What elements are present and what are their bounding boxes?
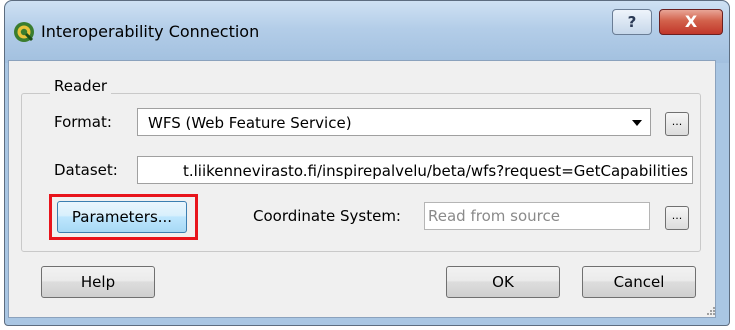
ok-button[interactable]: OK <box>446 266 560 298</box>
close-icon: X <box>684 12 698 31</box>
help-icon-button[interactable]: ? <box>612 9 652 35</box>
window-title: Interoperability Connection <box>41 22 260 41</box>
cancel-button[interactable]: Cancel <box>582 266 696 298</box>
close-button[interactable]: X <box>659 9 723 35</box>
dataset-field[interactable]: t.liikennevirasto.fi/inspirepalvelu/beta… <box>137 156 693 184</box>
coordinate-system-label: Coordinate System: <box>253 207 401 225</box>
help-button[interactable]: Help <box>41 266 155 298</box>
coordinate-system-placeholder: Read from source <box>428 207 560 225</box>
format-browse-button[interactable]: ... <box>665 112 689 136</box>
qgis-app-icon <box>14 22 34 42</box>
coordinate-system-browse-button[interactable]: ... <box>665 206 689 230</box>
reader-group-title: Reader <box>50 77 112 95</box>
resize-grip-icon[interactable] <box>706 306 716 316</box>
format-select-value: WFS (Web Feature Service) <box>148 114 352 132</box>
dataset-field-value: t.liikennevirasto.fi/inspirepalvelu/beta… <box>182 162 688 180</box>
format-select[interactable]: WFS (Web Feature Service) <box>137 108 651 136</box>
format-label: Format: <box>54 113 112 131</box>
dataset-label: Dataset: <box>54 161 118 179</box>
parameters-button[interactable]: Parameters... <box>57 201 187 233</box>
question-mark-icon: ? <box>627 13 637 31</box>
coordinate-system-field[interactable]: Read from source <box>424 202 650 230</box>
title-bar[interactable]: Interoperability Connection ? X <box>5 1 729 63</box>
chevron-down-icon <box>632 120 642 126</box>
